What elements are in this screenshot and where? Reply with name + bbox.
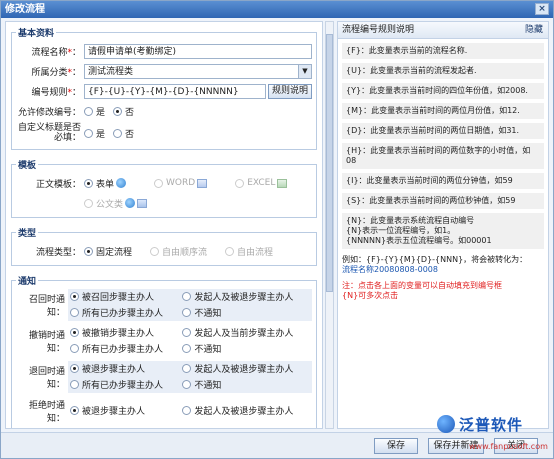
scrollbar[interactable] [325, 21, 334, 429]
custom-title-yes[interactable]: 是 [84, 127, 105, 140]
notify-cancel-label: 撤销时通知： [28, 331, 65, 354]
notify-option[interactable]: 所有已办步骤主办人 [70, 378, 163, 391]
ie-icon [125, 198, 136, 208]
notify-option[interactable]: 被退步骤主办人 [70, 362, 145, 375]
notify-table: 召回时通知： 被召回步骤主办人 发起人及被退步骤主办人 所有已办步骤主办人 不通… [16, 289, 312, 425]
basic-info-group: 基本资料 流程名称*： 请假申请单(考勤绑定) 所属分类*： 测试流程类 ▼ 编号… [11, 26, 317, 150]
notify-option[interactable]: 所有已办步骤主办人 [70, 342, 163, 355]
template-doc-option[interactable]: 公文类 [84, 197, 148, 210]
window-title: 修改流程 [5, 4, 45, 15]
help-example-result: 流程名称20080808-0008 [342, 265, 438, 274]
custom-title-label: 自定义标题是否必填： [17, 123, 81, 143]
help-header: 流程编号规则说明 隐藏 [338, 22, 548, 39]
rule-help-button[interactable]: 规则说明 [267, 83, 312, 99]
ie-icon [116, 178, 127, 188]
type-legend: 类型 [18, 229, 37, 239]
basic-info-legend: 基本资料 [18, 29, 55, 39]
help-note: 注：点击各上面的变量可以自动填充到编号框 {N}可多次点击 [342, 281, 502, 300]
help-item[interactable]: {H}：此变量表示当前时间的两位数字的小时值，如08 [342, 143, 544, 169]
notify-option[interactable]: 被退步骤主办人 [70, 404, 145, 417]
notify-option[interactable]: 发起人及被退步骤主办人 [182, 362, 293, 375]
help-item[interactable]: {Y}：此变量表示当前时间的四位年份值，如2008. [342, 83, 544, 99]
flow-name-input[interactable]: 请假申请单(考勤绑定) [84, 43, 312, 59]
help-title: 流程编号规则说明 [342, 25, 415, 35]
dialog-window: 修改流程 × 基本资料 流程名称*： 请假申请单(考勤绑定) 所属分类*： 测试… [0, 0, 554, 459]
flow-type-label: 流程类型： [35, 247, 81, 258]
notify-return-label: 退回时通知： [28, 367, 65, 390]
word-doc-icon [197, 178, 208, 188]
notify-option[interactable]: 不通知 [182, 342, 221, 355]
template-word-option[interactable]: WORD [154, 178, 208, 188]
category-select[interactable]: 测试流程类 ▼ [84, 63, 312, 79]
notify-option[interactable]: 发起人及被退步骤主办人 [182, 404, 293, 417]
help-item[interactable]: {U}：此变量表示当前的流程发起者. [342, 63, 544, 79]
hide-link[interactable]: 隐藏 [525, 22, 543, 39]
help-item[interactable]: {S}：此变量表示当前时间的两位秒钟值，如59 [342, 193, 544, 209]
template-form-option[interactable]: 表单 [84, 177, 127, 190]
form-panel: 基本资料 流程名称*： 请假申请单(考勤绑定) 所属分类*： 测试流程类 ▼ 编号… [5, 21, 323, 429]
help-item[interactable]: {M}：此变量表示当前时间的两位月份值，如12. [342, 103, 544, 119]
template-excel-option[interactable]: EXCEL [235, 178, 288, 188]
category-label: 所属分类*： [31, 67, 81, 78]
notify-option[interactable]: 被撤销步骤主办人 [70, 326, 154, 339]
notify-option[interactable]: 被召回步骤主办人 [70, 290, 154, 303]
notify-reject-label: 拒绝时通知： [28, 401, 65, 424]
help-item[interactable]: {N}：此变量表示系统流程自动编号 {N}表示一位流程编号，如1。 {NNNNN… [342, 213, 544, 249]
template-group: 模板 正文模板： 表单 WORD EXCEL 公文类 [11, 158, 317, 218]
notify-option[interactable]: 所有已办步骤主办人 [70, 306, 163, 319]
notify-option[interactable]: 不通知 [182, 378, 221, 391]
custom-title-no[interactable]: 否 [113, 127, 134, 140]
excel-doc-icon [277, 178, 288, 188]
save-button[interactable]: 保存 [374, 438, 418, 454]
allow-edit-yes[interactable]: 是 [84, 105, 105, 118]
flow-name-label: 流程名称*： [31, 47, 81, 58]
type-fixed-option[interactable]: 固定流程 [84, 245, 132, 258]
scrollbar-thumb[interactable] [326, 34, 333, 292]
help-panel: 流程编号规则说明 隐藏 {F}：此变量表示当前的流程名称. {U}：此变量表示当… [337, 21, 549, 429]
notify-option[interactable]: 发起人及当前步骤主办人 [182, 326, 293, 339]
template-legend: 模板 [18, 161, 37, 171]
template-label: 正文模板： [35, 179, 81, 190]
allow-edit-no[interactable]: 否 [113, 105, 134, 118]
type-free-option[interactable]: 自由流程 [225, 245, 273, 258]
close-icon[interactable]: × [535, 3, 549, 15]
watermark: www.fanpusoft.com [469, 442, 548, 451]
help-item[interactable]: {F}：此变量表示当前的流程名称. [342, 43, 544, 59]
notify-option[interactable]: 不通知 [182, 306, 221, 319]
title-bar: 修改流程 × [1, 1, 553, 18]
notify-group: 通知 召回时通知： 被召回步骤主办人 发起人及被退步骤主办人 所有已办步骤主办人… [11, 274, 317, 428]
notify-legend: 通知 [18, 277, 37, 287]
type-group: 类型 流程类型： 固定流程 自由顺序流 自由流程 [11, 226, 317, 266]
allow-edit-label: 允许修改编号： [17, 107, 81, 118]
doc-icon [137, 198, 148, 208]
brand-logo-icon [437, 415, 455, 433]
notify-option[interactable]: 发起人及被退步骤主办人 [182, 290, 293, 303]
brand-logo: 泛普软件 [437, 413, 549, 435]
code-rule-label: 编号规则*： [31, 87, 81, 98]
help-item[interactable]: {D}：此变量表示当前时间的两位日期值，如31. [342, 123, 544, 139]
code-rule-input[interactable]: {F}-{U}-{Y}-{M}-{D}-{NNNNN} [84, 83, 266, 99]
chevron-down-icon[interactable]: ▼ [298, 64, 311, 78]
help-example: 例如：{F}-{Y}{M}{D}-{NNN}，将会被转化为： 流程名称20080… [342, 255, 544, 275]
help-item[interactable]: {I}：此变量表示当前时间的两位分钟值，如59 [342, 173, 544, 189]
notify-recall-label: 召回时通知： [28, 295, 65, 318]
type-free-seq-option[interactable]: 自由顺序流 [150, 245, 207, 258]
